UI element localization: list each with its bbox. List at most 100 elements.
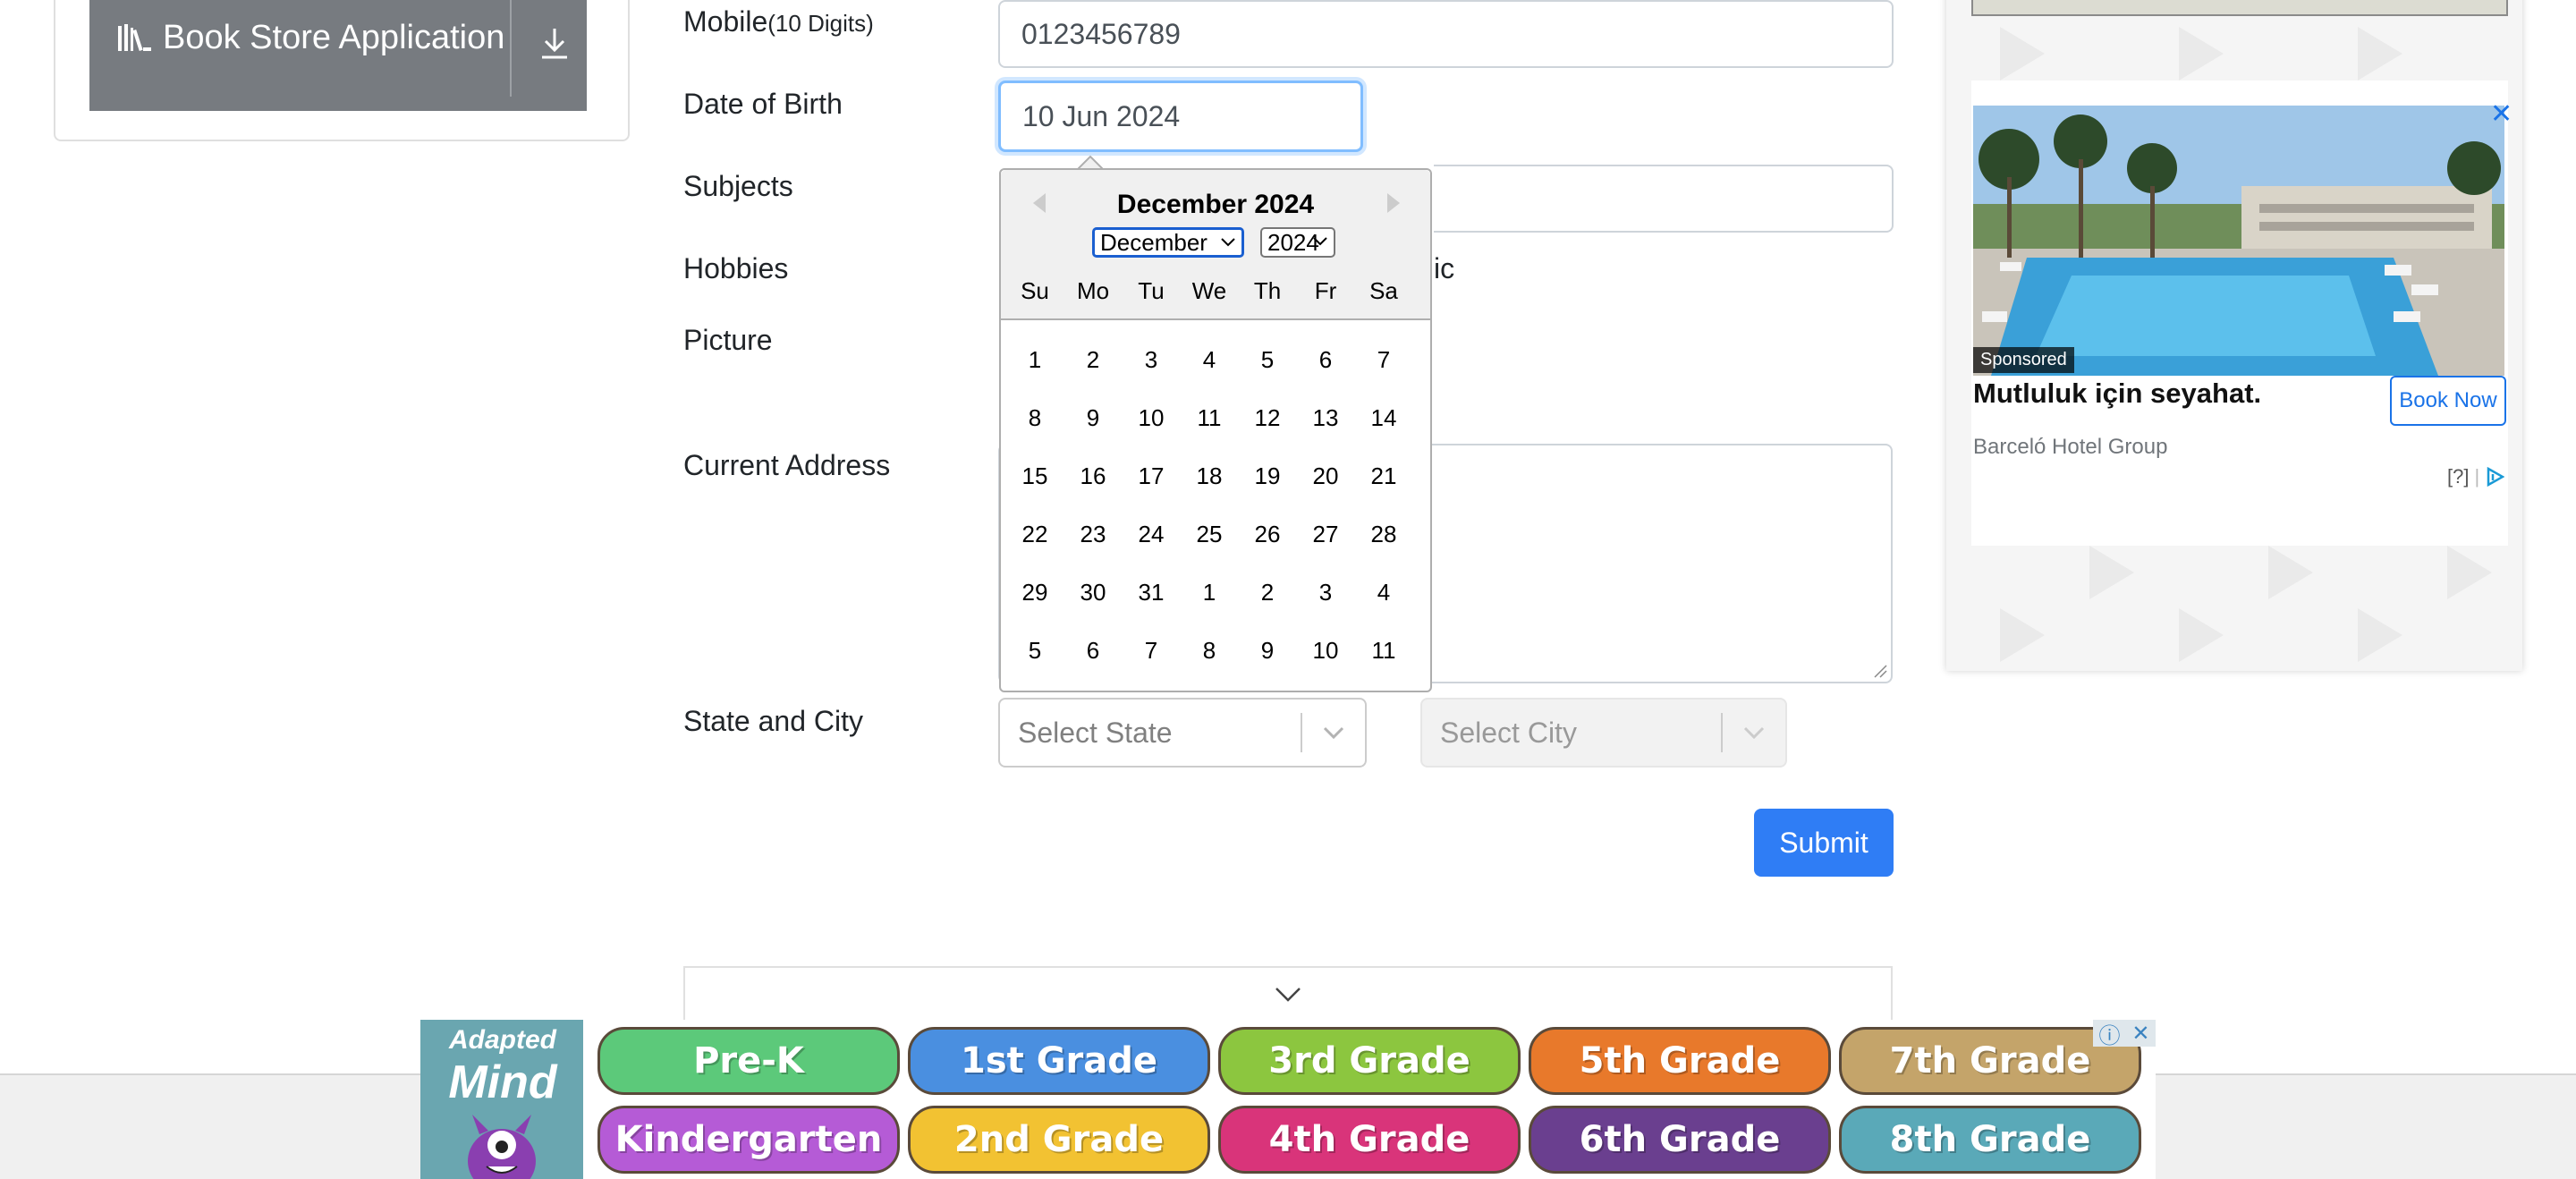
dob-label: Date of Birth — [683, 88, 843, 120]
calendar-day[interactable]: 27 — [1299, 509, 1352, 559]
calendar-day[interactable]: 4 — [1182, 335, 1236, 385]
weekday-header: Su — [1021, 277, 1049, 304]
download-icon[interactable] — [537, 25, 572, 61]
calendar-day[interactable]: 22 — [1008, 509, 1062, 559]
calendar-day[interactable]: 24 — [1124, 509, 1178, 559]
month-select[interactable]: December — [1092, 227, 1244, 258]
calendar-day[interactable]: 16 — [1066, 451, 1120, 501]
mobile-label-text: Mobile — [683, 5, 768, 38]
chevron-down-icon[interactable] — [1302, 725, 1365, 740]
calendar-day[interactable]: 2 — [1066, 335, 1120, 385]
calendar-day[interactable]: 14 — [1357, 393, 1411, 443]
calendar-day[interactable]: 19 — [1241, 451, 1294, 501]
close-icon[interactable]: ✕ — [2490, 98, 2512, 130]
chevron-down-icon[interactable] — [1723, 725, 1785, 740]
grade-button[interactable]: 4th Grade — [1218, 1106, 1521, 1174]
calendar-day[interactable]: 15 — [1008, 451, 1062, 501]
calendar-day[interactable]: 5 — [1008, 625, 1062, 675]
calendar-day[interactable]: 29 — [1008, 567, 1062, 617]
dob-value: 10 Jun 2024 — [1022, 99, 1181, 132]
calendar-day[interactable]: 13 — [1299, 393, 1352, 443]
calendar-day[interactable]: 7 — [1124, 625, 1178, 675]
calendar-day[interactable]: 1 — [1182, 567, 1236, 617]
grade-button[interactable]: Pre-K — [597, 1027, 900, 1095]
grade-button[interactable]: Kindergarten — [597, 1106, 900, 1174]
subjects-input[interactable] — [1434, 165, 1894, 233]
calendar-day[interactable]: 20 — [1299, 451, 1352, 501]
calendar-day[interactable]: 25 — [1182, 509, 1236, 559]
info-icon[interactable]: ⓘ — [2098, 1018, 2120, 1049]
calendar-day[interactable]: 9 — [1066, 393, 1120, 443]
ad-headline[interactable]: Mutluluk için seyahat. — [1973, 377, 2261, 410]
calendar-day[interactable]: 6 — [1066, 625, 1120, 675]
state-city-label: State and City — [683, 705, 863, 737]
state-placeholder: Select State — [1018, 716, 1173, 749]
hobbies-label: Hobbies — [683, 252, 789, 284]
date-of-birth-input[interactable]: 10 Jun 2024 — [998, 81, 1363, 152]
grade-button[interactable]: 2nd Grade — [908, 1106, 1210, 1174]
hobby-music-label[interactable]: ic — [1434, 252, 1454, 285]
grade-button[interactable]: 1st Grade — [908, 1027, 1210, 1095]
calendar-day[interactable]: 3 — [1299, 567, 1352, 617]
calendar-day[interactable]: 31 — [1124, 567, 1178, 617]
ad-choices[interactable]: [?] | — [2447, 465, 2505, 488]
adapted-mind-logo[interactable]: Adapted Mind — [420, 1020, 583, 1179]
calendar-day[interactable]: 18 — [1182, 451, 1236, 501]
calendar-day[interactable]: 17 — [1124, 451, 1178, 501]
calendar-day[interactable]: 21 — [1357, 451, 1411, 501]
book-now-button[interactable]: Book Now — [2390, 376, 2506, 426]
chevron-down-icon[interactable] — [1274, 986, 1302, 1008]
calendar-day[interactable]: 4 — [1357, 567, 1411, 617]
chevron-down-icon — [1221, 238, 1235, 247]
logo-line2: Mind — [448, 1056, 557, 1108]
resize-grip-icon[interactable] — [1873, 664, 1887, 678]
calendar-day[interactable]: 30 — [1066, 567, 1120, 617]
grade-button[interactable]: 3rd Grade — [1218, 1027, 1521, 1095]
ad-info-text: [?] — [2447, 465, 2470, 488]
calendar-day[interactable]: 10 — [1299, 625, 1352, 675]
weekday-header: Mo — [1076, 277, 1110, 304]
sidebar-item-book-store[interactable]: Book Store Application — [89, 0, 587, 111]
mobile-hint: (10 Digits) — [767, 10, 874, 37]
calendar-day[interactable]: 10 — [1124, 393, 1178, 443]
collapse-panel[interactable] — [683, 966, 1893, 1020]
sidebar-advertisement[interactable]: ✕ Sponsored Mutluluk için seyahat. Book … — [1946, 0, 2522, 671]
calendar-day[interactable]: 7 — [1357, 335, 1411, 385]
submit-button[interactable]: Submit — [1754, 809, 1894, 877]
ad-choices[interactable]: ⓘ ✕ — [2093, 1018, 2156, 1049]
grade-button[interactable]: 6th Grade — [1529, 1106, 1831, 1174]
city-select[interactable]: Select City — [1420, 698, 1787, 768]
calendar-day[interactable]: 5 — [1241, 335, 1294, 385]
calendar-day[interactable]: 3 — [1124, 335, 1178, 385]
datepicker: December 2024 December 2024 Su Mo Tu We Th Fr… — [999, 168, 1432, 692]
calendar-day[interactable]: 12 — [1241, 393, 1294, 443]
books-icon — [116, 21, 156, 54]
subjects-label: Subjects — [683, 170, 793, 202]
calendar-day[interactable]: 23 — [1066, 509, 1120, 559]
bottom-advertisement[interactable]: Adapted Mind Pre-K 1st Grade 3rd Grade 5th … — [420, 1020, 2156, 1179]
mobile-value: 0123456789 — [1021, 17, 1181, 50]
book-store-label: Book Store Application — [163, 18, 505, 56]
state-select[interactable]: Select State — [998, 698, 1367, 768]
year-select[interactable]: 2024 — [1260, 227, 1335, 258]
calendar-day[interactable]: 9 — [1241, 625, 1294, 675]
calendar-day[interactable]: 8 — [1182, 625, 1236, 675]
calendar-day[interactable]: 26 — [1241, 509, 1294, 559]
grade-button[interactable]: 8th Grade — [1839, 1106, 2141, 1174]
calendar-day[interactable]: 28 — [1357, 509, 1411, 559]
hotel-pool-image[interactable] — [1973, 106, 2504, 376]
weekday-header: Fr — [1314, 277, 1337, 304]
picture-label: Picture — [683, 324, 773, 356]
weekday-header: Tu — [1138, 277, 1165, 304]
ad-brand[interactable]: Barceló Hotel Group — [1973, 435, 2167, 460]
calendar-day[interactable]: 6 — [1299, 335, 1352, 385]
grade-button[interactable]: 5th Grade — [1529, 1027, 1831, 1095]
calendar-day[interactable]: 1 — [1008, 335, 1062, 385]
calendar-day[interactable]: 2 — [1241, 567, 1294, 617]
mobile-input[interactable]: 0123456789 — [998, 0, 1894, 68]
calendar-day[interactable]: 11 — [1182, 393, 1236, 443]
close-icon[interactable]: ✕ — [2131, 1021, 2149, 1047]
calendar-day[interactable]: 11 — [1357, 625, 1411, 675]
datepicker-header: December 2024 December 2024 Su Mo Tu We Th Fr… — [1001, 170, 1430, 320]
calendar-day[interactable]: 8 — [1008, 393, 1062, 443]
